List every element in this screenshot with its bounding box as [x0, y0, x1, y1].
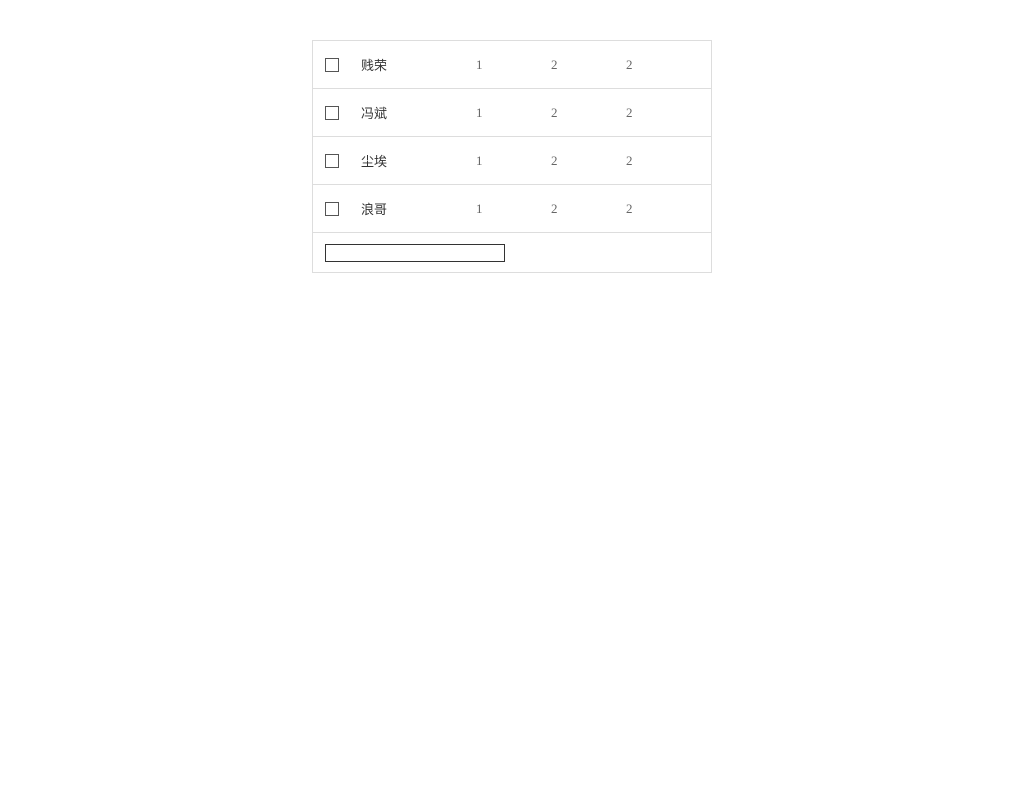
table-row: 尘埃 1 2 2 — [313, 137, 711, 185]
row-col-1: 1 — [476, 153, 551, 169]
table-row: 浪哥 1 2 2 — [313, 185, 711, 233]
row-col-1: 1 — [476, 57, 551, 73]
table-row: 贱荣 1 2 2 — [313, 41, 711, 89]
checkbox[interactable] — [325, 106, 339, 120]
checkbox[interactable] — [325, 58, 339, 72]
row-col-3: 2 — [626, 153, 701, 169]
row-col-2: 2 — [551, 153, 626, 169]
row-col-2: 2 — [551, 57, 626, 73]
row-name: 浪哥 — [361, 199, 476, 218]
row-col-2: 2 — [551, 201, 626, 217]
row-name: 冯斌 — [361, 103, 476, 122]
row-col-1: 1 — [476, 201, 551, 217]
footer-row — [313, 233, 711, 272]
row-name: 贱荣 — [361, 55, 476, 74]
checkbox[interactable] — [325, 154, 339, 168]
row-col-3: 2 — [626, 105, 701, 121]
table-row: 冯斌 1 2 2 — [313, 89, 711, 137]
row-col-2: 2 — [551, 105, 626, 121]
checkbox[interactable] — [325, 202, 339, 216]
row-col-3: 2 — [626, 201, 701, 217]
list-container: 贱荣 1 2 2 冯斌 1 2 2 尘埃 1 2 2 浪哥 1 2 2 — [312, 40, 712, 273]
row-col-3: 2 — [626, 57, 701, 73]
row-name: 尘埃 — [361, 151, 476, 170]
row-col-1: 1 — [476, 105, 551, 121]
text-input[interactable] — [325, 244, 505, 262]
